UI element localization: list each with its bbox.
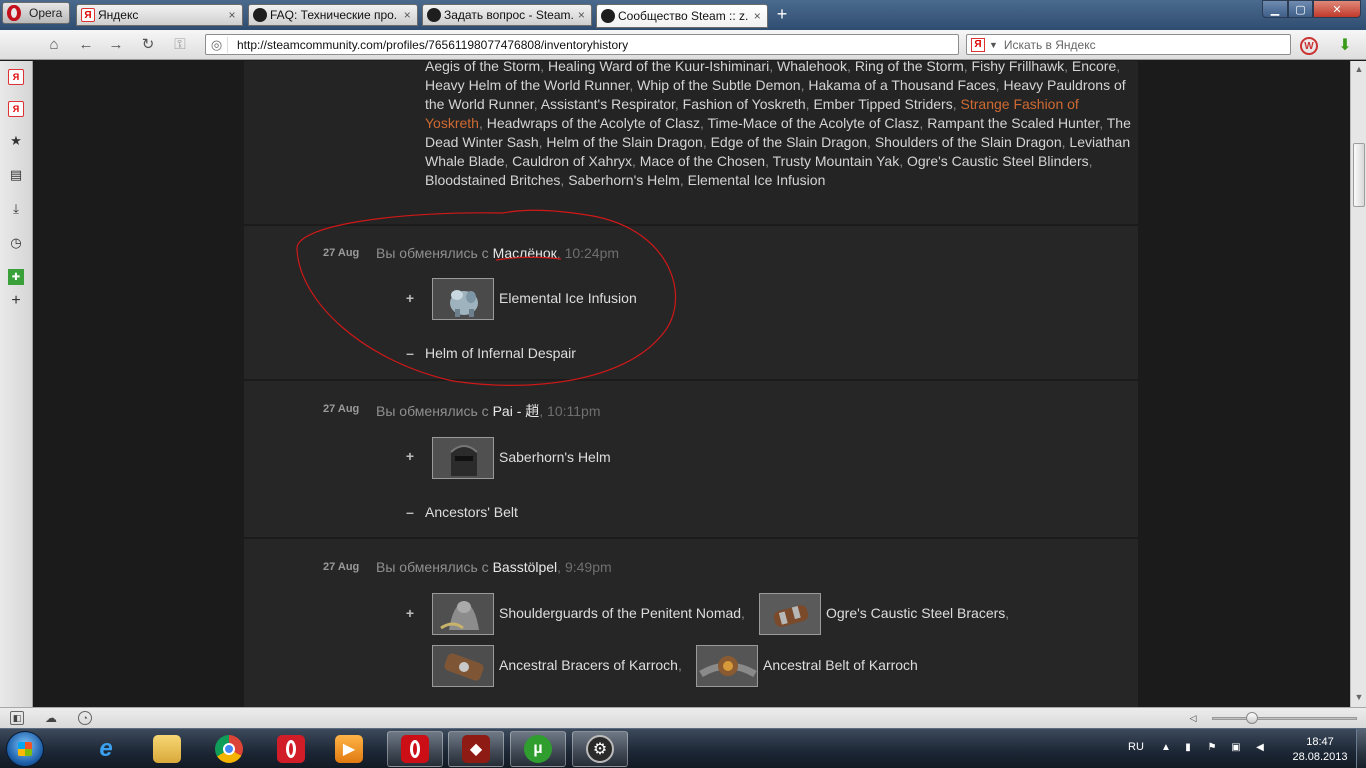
scroll-down-icon[interactable]: ▼ [1353, 691, 1365, 703]
tab-label: Сообщество Steam :: z... [618, 9, 749, 23]
home-icon[interactable]: ⌂ [44, 36, 64, 54]
turbo-icon[interactable]: ◔ [78, 711, 92, 725]
opera-red-icon[interactable] [263, 731, 319, 767]
network-icon[interactable]: ▣ [1230, 743, 1242, 753]
add-panel-icon[interactable]: + [8, 292, 24, 309]
tab-label: Яндекс [98, 8, 139, 22]
scroll-up-icon[interactable]: ▲ [1353, 63, 1365, 75]
status-bar: ◧ ☁ ◔ ◁ [0, 707, 1366, 728]
language-indicator[interactable]: RU [1128, 741, 1144, 753]
utorrent-icon[interactable]: µ [510, 731, 566, 767]
zoom-slider-handle[interactable] [1246, 712, 1258, 724]
view-icon[interactable]: ◁ [1186, 711, 1200, 725]
opera-logo-icon [7, 5, 21, 21]
scrollbar-thumb[interactable] [1353, 143, 1365, 207]
start-button[interactable] [6, 731, 44, 767]
yandex-search-icon: Я [971, 37, 985, 52]
tab-steam-faq[interactable]: FAQ: Технические про... × [248, 4, 418, 26]
history-clock-icon[interactable]: ◷ [8, 235, 24, 251]
clock-date: 28.08.2013 [1292, 751, 1348, 763]
forward-icon[interactable]: → [106, 36, 126, 54]
tab-label: FAQ: Технические про... [270, 8, 399, 22]
globe-icon: ◎ [206, 36, 228, 53]
url-text[interactable]: http://steamcommunity.com/profiles/76561… [228, 38, 628, 52]
reload-icon[interactable]: ↻ [138, 36, 158, 54]
panel-toggle-icon[interactable]: ◧ [10, 711, 24, 725]
wot-icon[interactable]: W [1300, 37, 1318, 55]
key-icon[interactable]: ⚿ [170, 36, 190, 54]
address-field[interactable]: ◎ http://steamcommunity.com/profiles/765… [205, 34, 959, 55]
yandex-icon: Я [81, 8, 95, 22]
steam-icon [427, 8, 441, 22]
tab-yandex[interactable]: Я Яндекс × [76, 4, 243, 26]
extension-icon[interactable]: ✚ [8, 269, 24, 285]
new-tab-button[interactable]: + [772, 5, 792, 25]
zoom-slider[interactable] [1212, 717, 1357, 720]
show-desktop-button[interactable] [1356, 729, 1366, 768]
close-tab-icon[interactable]: × [401, 8, 413, 22]
side-panel: Я Я ★ ▤ ⤓ ◷ ✚ + [0, 61, 33, 707]
bookmarks-star-icon[interactable]: ★ [8, 133, 24, 149]
opera-unite-cloud-icon[interactable]: ☁ [44, 711, 58, 725]
search-placeholder: Искать в Яндекс [1003, 37, 1096, 52]
annotation-circle [296, 209, 676, 386]
close-tab-icon[interactable]: × [226, 8, 238, 22]
chevron-down-icon[interactable]: ▼ [989, 40, 998, 50]
opera-icon[interactable] [387, 731, 443, 767]
page-content: Aegis of the Storm, Healing Ward of the … [33, 61, 1350, 707]
signal-icon[interactable]: ▮ [1182, 743, 1194, 753]
explorer-icon[interactable] [139, 731, 195, 767]
steam-icon [601, 9, 615, 23]
close-tab-icon[interactable]: × [576, 8, 587, 22]
download-icon[interactable]: ⬇ [1336, 37, 1354, 55]
tray-expand-icon[interactable]: ▲ [1160, 743, 1172, 753]
tab-label: Задать вопрос - Steam... [444, 8, 573, 22]
downloads-icon[interactable]: ⤓ [8, 201, 24, 217]
vertical-scrollbar[interactable]: ▲ ▼ [1350, 61, 1366, 707]
back-icon[interactable]: ← [76, 36, 96, 54]
ie-icon[interactable]: e [78, 731, 134, 767]
maximize-button[interactable]: ▢ [1288, 0, 1313, 18]
steam-icon[interactable]: ⚙ [572, 731, 628, 767]
windows-taskbar: e ▶ ◆ µ ⚙ RU ▲ ▮ ⚑ ▣ ◀ 18:47 28.08.2013 [0, 728, 1366, 768]
close-window-button[interactable]: ✕ [1313, 0, 1361, 18]
minimize-button[interactable]: ▁ [1262, 0, 1288, 18]
chrome-icon[interactable] [201, 731, 257, 767]
clock-time: 18:47 [1306, 736, 1334, 748]
dota2-icon[interactable]: ◆ [448, 731, 504, 767]
notes-icon[interactable]: ▤ [8, 167, 24, 183]
volume-icon[interactable]: ◀ [1254, 743, 1266, 753]
tab-steam-ask[interactable]: Задать вопрос - Steam... × [422, 4, 592, 26]
yandex-panel-icon[interactable]: Я [8, 69, 24, 85]
tab-bar: Opera Я Яндекс × FAQ: Технические про...… [0, 0, 1366, 30]
tab-steam-community[interactable]: Сообщество Steam :: z... × [596, 4, 768, 28]
search-field[interactable]: Я ▼ Искать в Яндекс [966, 34, 1291, 55]
opera-menu-button[interactable]: Opera [2, 2, 70, 24]
clock[interactable]: 18:47 28.08.2013 [1290, 735, 1350, 765]
address-toolbar: ⌂ ← → ↻ ⚿ ◎ http://steamcommunity.com/pr… [0, 30, 1366, 60]
close-tab-icon[interactable]: × [752, 9, 763, 23]
flag-icon[interactable]: ⚑ [1206, 743, 1218, 753]
opera-menu-label: Opera [29, 6, 63, 20]
steam-icon [253, 8, 267, 22]
media-player-icon[interactable]: ▶ [321, 731, 377, 767]
yandex-bar-icon[interactable]: Я [8, 101, 24, 117]
